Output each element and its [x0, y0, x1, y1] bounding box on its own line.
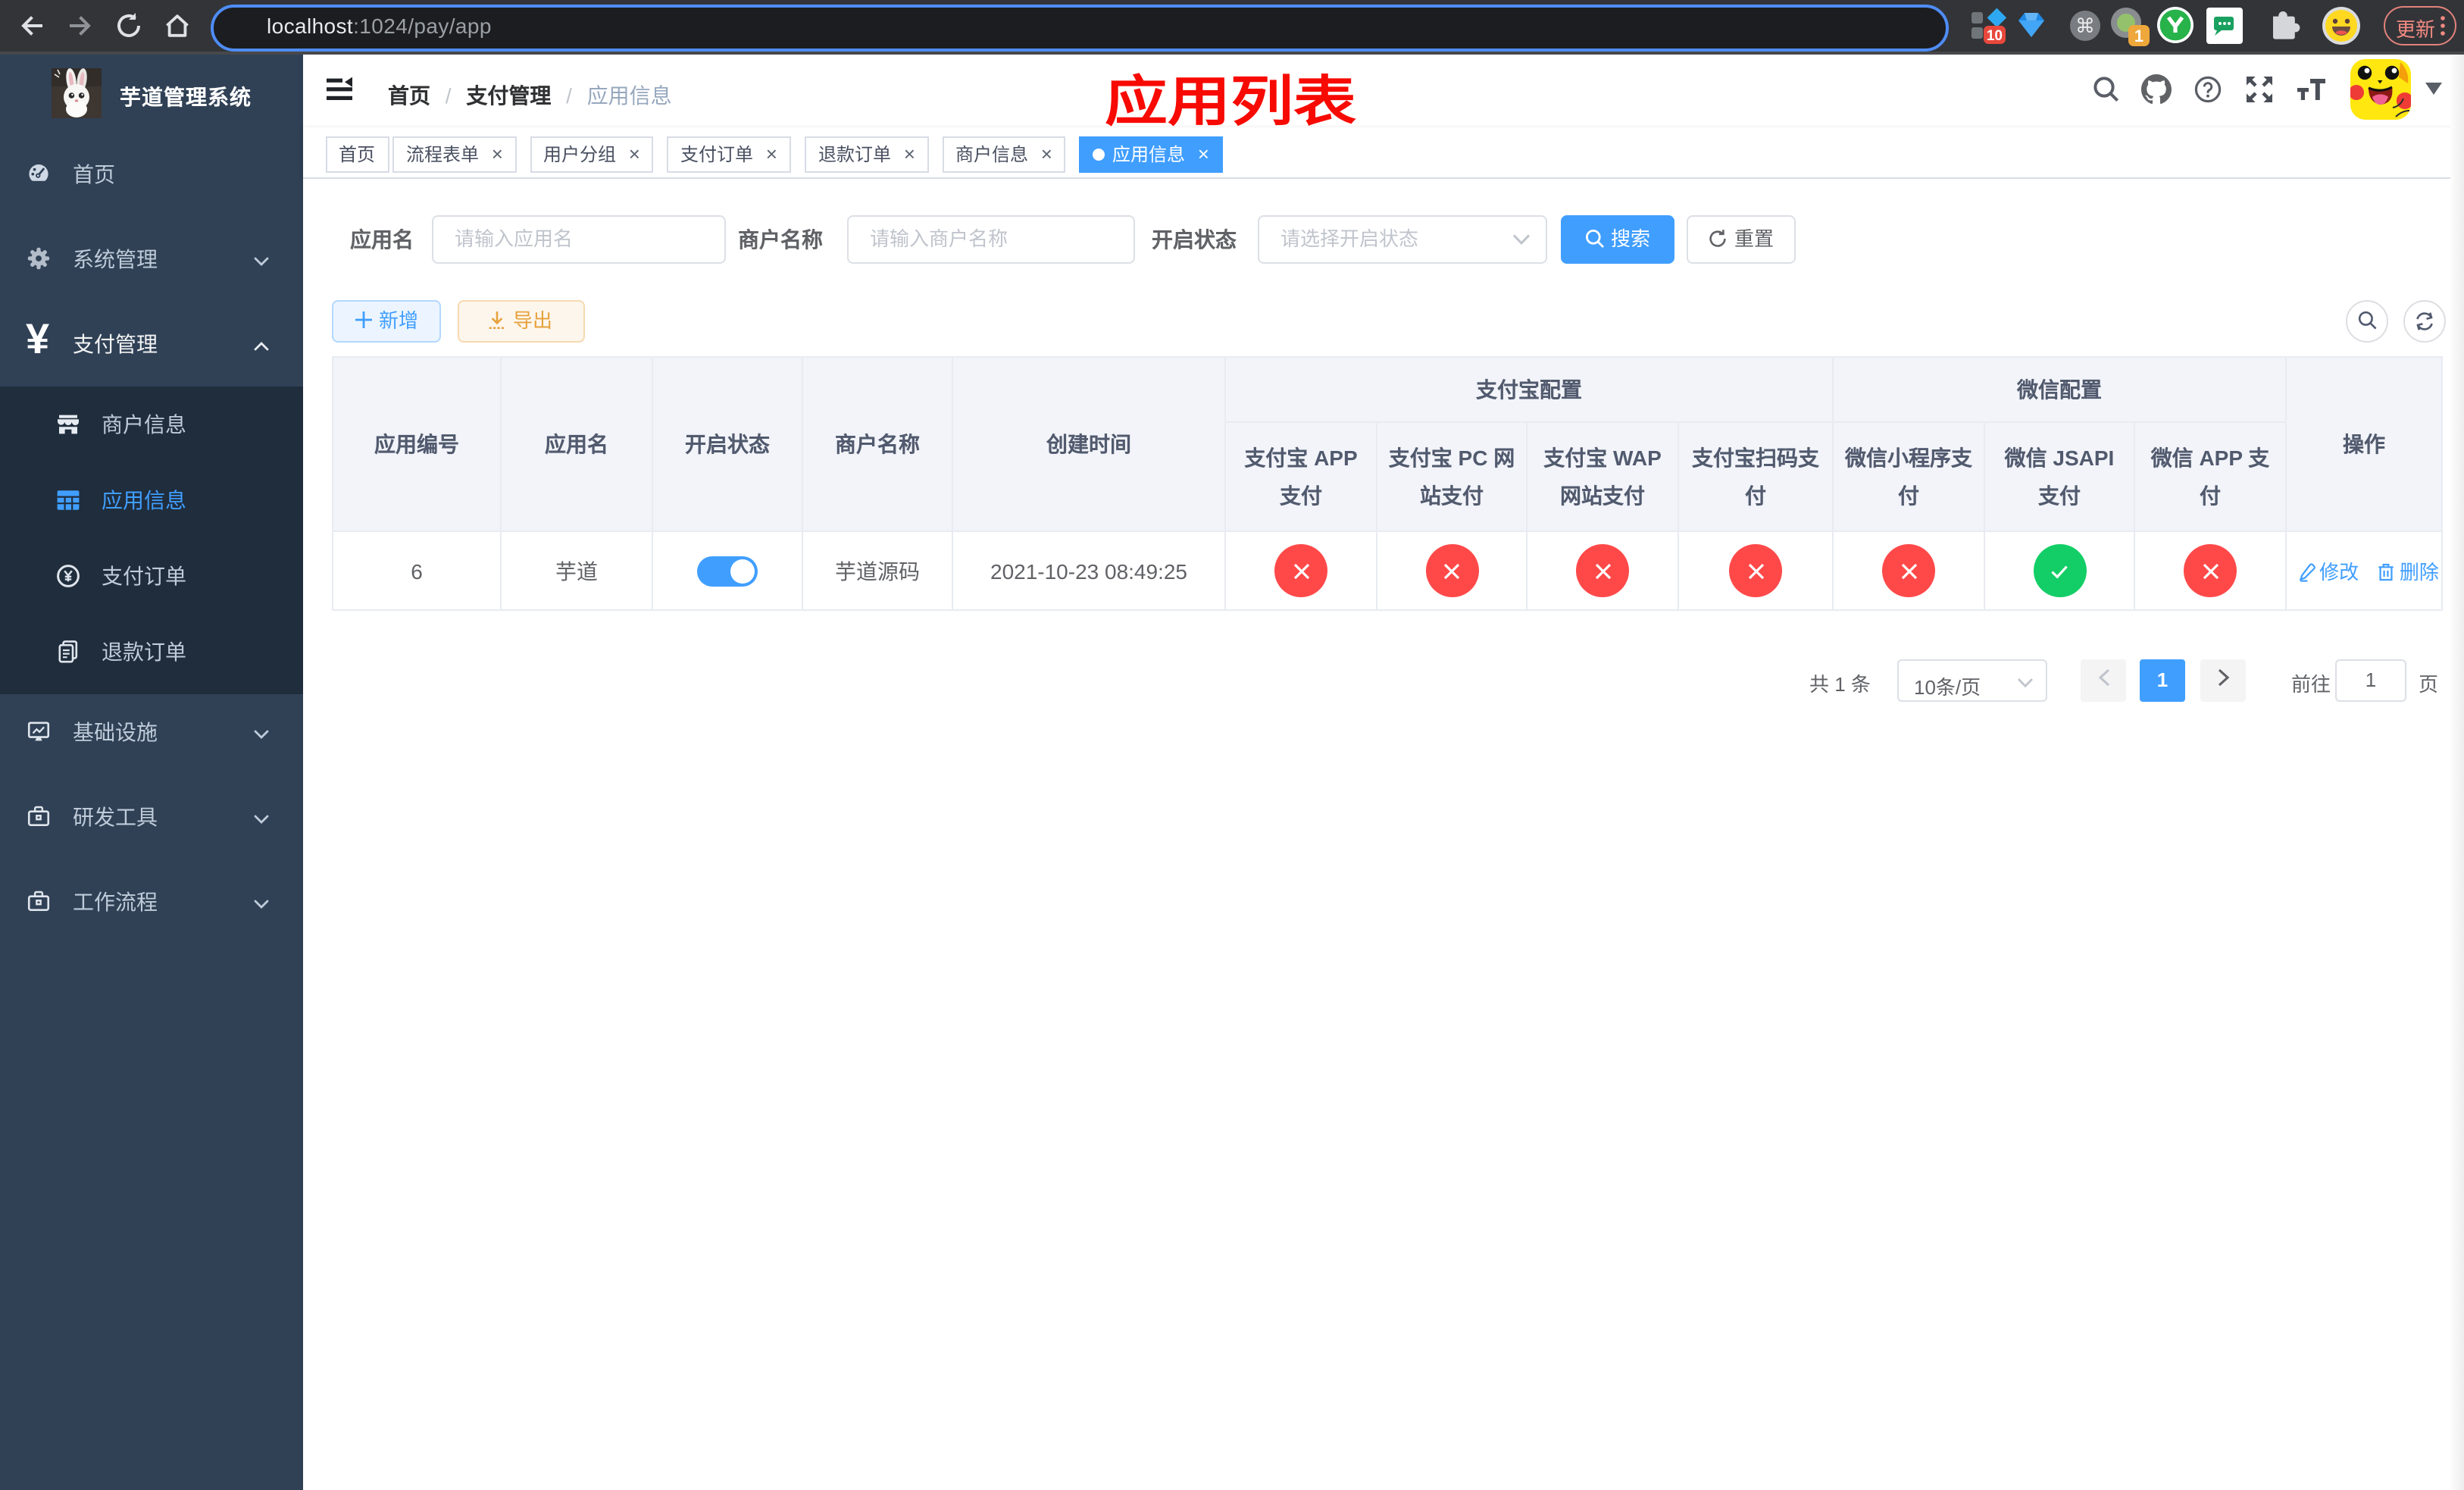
svg-text:1: 1 [2134, 27, 2143, 45]
svg-text:10: 10 [1987, 28, 2003, 44]
svg-text:⌘: ⌘ [2075, 14, 2095, 37]
